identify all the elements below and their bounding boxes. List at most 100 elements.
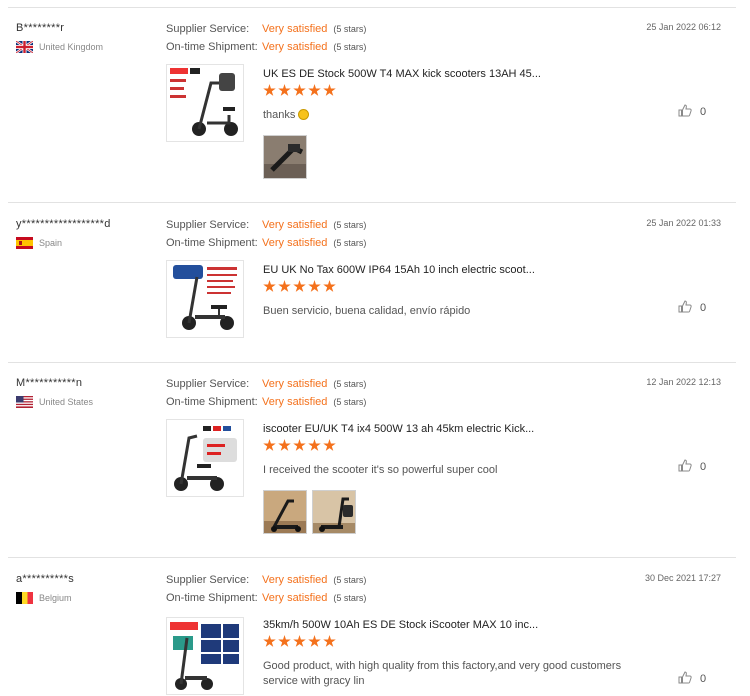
review-photo[interactable] bbox=[312, 490, 356, 534]
belgium-flag-icon bbox=[16, 592, 33, 604]
thumbs-up-icon bbox=[678, 459, 692, 475]
star-icon bbox=[293, 280, 306, 292]
supplier-service-stars: (5 stars) bbox=[333, 575, 367, 585]
star-icon bbox=[278, 280, 291, 292]
product-name[interactable]: 35km/h 500W 10Ah ES DE Stock iScooter MA… bbox=[263, 619, 538, 631]
star-icon bbox=[323, 439, 336, 451]
supplier-service-label: Supplier Service: bbox=[166, 23, 250, 35]
shipment-stars: (5 stars) bbox=[333, 593, 367, 603]
spain-flag-icon bbox=[16, 237, 33, 249]
reviewer-country: United States bbox=[16, 396, 93, 408]
product-thumbnail[interactable] bbox=[166, 419, 244, 497]
uk-flag-icon bbox=[16, 41, 33, 53]
reviewer-country: Spain bbox=[16, 237, 62, 249]
shipment-value: Very satisfied bbox=[262, 237, 328, 249]
country-name: Spain bbox=[39, 238, 63, 248]
review-divider bbox=[8, 362, 736, 363]
smile-emoji-icon bbox=[298, 109, 310, 120]
product-thumbnail[interactable] bbox=[166, 64, 244, 142]
supplier-service-label: Supplier Service: bbox=[166, 574, 250, 586]
shipment-label: On-time Shipment: bbox=[166, 41, 258, 53]
shipment-stars: (5 stars) bbox=[333, 238, 367, 248]
country-name: United Kingdom bbox=[39, 42, 104, 52]
supplier-service-rating: Supplier Service: Very satisfied (5 stars) bbox=[166, 219, 366, 231]
product-thumbnail[interactable] bbox=[166, 617, 244, 695]
review-stars bbox=[263, 439, 336, 452]
reviewer-name: a**********s bbox=[16, 573, 75, 585]
supplier-service-value: Very satisfied bbox=[262, 23, 328, 35]
review-photo[interactable] bbox=[263, 490, 307, 534]
review-item: M***********n United States Supplier Ser… bbox=[0, 377, 750, 558]
thumbs-up-icon bbox=[678, 671, 692, 687]
review-photos bbox=[263, 135, 307, 179]
star-icon bbox=[293, 84, 306, 96]
supplier-service-stars: (5 stars) bbox=[333, 24, 367, 34]
shipment-value: Very satisfied bbox=[262, 41, 328, 53]
like-button[interactable]: 0 bbox=[678, 671, 706, 687]
shipment-value: Very satisfied bbox=[262, 396, 328, 408]
supplier-service-value: Very satisfied bbox=[262, 219, 328, 231]
supplier-service-stars: (5 stars) bbox=[333, 220, 367, 230]
shipment-rating: On-time Shipment: Very satisfied (5 stars) bbox=[166, 592, 366, 604]
shipment-label: On-time Shipment: bbox=[166, 396, 258, 408]
star-icon bbox=[308, 280, 321, 292]
review-item: y******************d Spain Supplier Serv… bbox=[0, 218, 750, 363]
reviewer-country: United Kingdom bbox=[16, 41, 103, 53]
star-icon bbox=[263, 635, 276, 647]
star-icon bbox=[323, 84, 336, 96]
reviewer-country: Belgium bbox=[16, 592, 72, 604]
like-count: 0 bbox=[700, 461, 707, 473]
supplier-service-stars: (5 stars) bbox=[333, 379, 367, 389]
review-item: B********r United Kingdom Supplier Servi… bbox=[0, 22, 750, 203]
top-divider bbox=[8, 7, 736, 8]
like-count: 0 bbox=[700, 673, 707, 685]
like-count: 0 bbox=[700, 106, 707, 118]
shipment-value: Very satisfied bbox=[262, 592, 328, 604]
star-icon bbox=[278, 84, 291, 96]
review-photo[interactable] bbox=[263, 135, 307, 179]
review-photos bbox=[263, 490, 356, 534]
review-text: I received the scooter it's so powerful … bbox=[263, 464, 498, 476]
shipment-rating: On-time Shipment: Very satisfied (5 stars) bbox=[166, 237, 366, 249]
review-date: 25 Jan 2022 01:33 bbox=[646, 218, 721, 228]
review-stars bbox=[263, 280, 336, 293]
review-item: a**********s Belgium Supplier Service: Ve… bbox=[0, 573, 750, 696]
shipment-label: On-time Shipment: bbox=[166, 592, 258, 604]
star-icon bbox=[323, 280, 336, 292]
shipment-rating: On-time Shipment: Very satisfied (5 stars) bbox=[166, 396, 366, 408]
review-date: 12 Jan 2022 12:13 bbox=[646, 377, 721, 387]
supplier-service-rating: Supplier Service: Very satisfied (5 stars) bbox=[166, 574, 366, 586]
product-name[interactable]: EU UK No Tax 600W IP64 15Ah 10 inch elec… bbox=[263, 264, 535, 276]
thumbs-up-icon bbox=[678, 300, 692, 316]
review-text: Buen servicio, buena calidad, envío rápi… bbox=[263, 305, 471, 317]
product-name[interactable]: iscooter EU/UK T4 ix4 500W 13 ah 45km el… bbox=[263, 423, 534, 435]
review-text: Good product, with high quality from thi… bbox=[263, 660, 622, 687]
review-divider bbox=[8, 557, 736, 558]
supplier-service-value: Very satisfied bbox=[262, 378, 328, 390]
star-icon bbox=[323, 635, 336, 647]
usa-flag-icon bbox=[16, 396, 33, 408]
like-count: 0 bbox=[700, 302, 707, 314]
star-icon bbox=[278, 635, 291, 647]
product-thumbnail[interactable] bbox=[166, 260, 244, 338]
supplier-service-value: Very satisfied bbox=[262, 574, 328, 586]
country-name: Belgium bbox=[39, 593, 72, 603]
like-button[interactable]: 0 bbox=[678, 459, 706, 475]
review-stars bbox=[263, 635, 336, 648]
like-button[interactable]: 0 bbox=[678, 104, 706, 120]
star-icon bbox=[263, 280, 276, 292]
star-icon bbox=[293, 439, 306, 451]
supplier-service-label: Supplier Service: bbox=[166, 219, 250, 231]
like-button[interactable]: 0 bbox=[678, 300, 706, 316]
shipment-stars: (5 stars) bbox=[333, 397, 367, 407]
supplier-service-label: Supplier Service: bbox=[166, 378, 250, 390]
review-stars bbox=[263, 84, 336, 97]
reviewer-name: B********r bbox=[16, 22, 65, 34]
review-divider bbox=[8, 202, 736, 203]
star-icon bbox=[263, 84, 276, 96]
star-icon bbox=[308, 84, 321, 96]
reviewer-name: y******************d bbox=[16, 218, 111, 230]
product-name[interactable]: UK ES DE Stock 500W T4 MAX kick scooters… bbox=[263, 68, 541, 80]
review-date: 30 Dec 2021 17:27 bbox=[644, 573, 721, 583]
thumbs-up-icon bbox=[678, 104, 692, 120]
